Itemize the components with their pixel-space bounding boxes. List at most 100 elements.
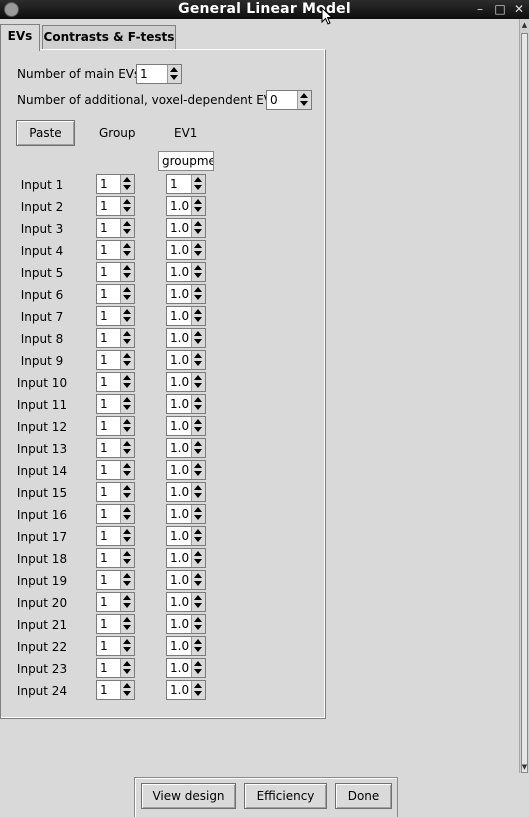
spin-arrows-icon[interactable] [191, 329, 205, 347]
spin-arrows-icon[interactable] [120, 571, 134, 589]
spin-arrows-icon[interactable] [120, 417, 134, 435]
ev1-spinbox[interactable]: 1.0 [166, 548, 206, 568]
group-spinbox[interactable]: 1 [96, 394, 135, 414]
spin-arrows-icon[interactable] [191, 593, 205, 611]
spin-arrows-icon[interactable] [120, 351, 134, 369]
tab-contrasts-f-tests[interactable]: Contrasts & F-tests [42, 25, 176, 50]
spin-arrows-icon[interactable] [191, 219, 205, 237]
spin-arrows-icon[interactable] [120, 615, 134, 633]
minimize-icon[interactable]: – [470, 0, 490, 19]
spin-arrows-icon[interactable] [120, 395, 134, 413]
spin-arrows-icon[interactable] [167, 65, 181, 83]
scroll-down-icon[interactable]: ▼ [520, 762, 529, 772]
ev1-spinbox[interactable]: 1.0 [166, 526, 206, 546]
group-spinbox[interactable]: 1 [96, 306, 135, 326]
spin-arrows-icon[interactable] [120, 637, 134, 655]
group-spinbox[interactable]: 1 [96, 482, 135, 502]
spin-arrows-icon[interactable] [120, 593, 134, 611]
group-spinbox[interactable]: 1 [96, 372, 135, 392]
spin-arrows-icon[interactable] [191, 659, 205, 677]
group-spinbox[interactable]: 1 [96, 438, 135, 458]
ev1-name-input[interactable]: groupmean [158, 151, 214, 171]
view-design-button[interactable]: View design [141, 783, 236, 809]
spin-arrows-icon[interactable] [191, 417, 205, 435]
vertical-scrollbar[interactable]: ▲ ▼ [519, 19, 529, 773]
spin-arrows-icon[interactable] [191, 395, 205, 413]
ev1-spinbox[interactable]: 1.0 [166, 240, 206, 260]
group-spinbox[interactable]: 1 [96, 460, 135, 480]
spin-arrows-icon[interactable] [191, 197, 205, 215]
ev1-spinbox[interactable]: 1.0 [166, 636, 206, 656]
efficiency-button[interactable]: Efficiency [244, 783, 327, 809]
group-spinbox[interactable]: 1 [96, 680, 135, 700]
group-spinbox[interactable]: 1 [96, 328, 135, 348]
spin-arrows-icon[interactable] [191, 483, 205, 501]
spin-arrows-icon[interactable] [120, 307, 134, 325]
ev1-spinbox[interactable]: 1.0 [166, 306, 206, 326]
group-spinbox[interactable]: 1 [96, 174, 135, 194]
group-spinbox[interactable]: 1 [96, 504, 135, 524]
ev1-spinbox[interactable]: 1.0 [166, 680, 206, 700]
group-spinbox[interactable]: 1 [96, 416, 135, 436]
spin-arrows-icon[interactable] [191, 263, 205, 281]
spin-arrows-icon[interactable] [191, 681, 205, 699]
done-button[interactable]: Done [335, 783, 392, 809]
tab-evs[interactable]: EVs [0, 24, 40, 51]
ev1-spinbox[interactable]: 1 [166, 174, 206, 194]
close-icon[interactable]: ✕ [509, 0, 529, 19]
title-bar[interactable]: General Linear Model – □ ✕ [0, 0, 529, 19]
ev1-spinbox[interactable]: 1.0 [166, 350, 206, 370]
spin-arrows-icon[interactable] [120, 483, 134, 501]
ev1-spinbox[interactable]: 1.0 [166, 438, 206, 458]
spin-arrows-icon[interactable] [120, 659, 134, 677]
group-spinbox[interactable]: 1 [96, 636, 135, 656]
group-spinbox[interactable]: 1 [96, 262, 135, 282]
group-spinbox[interactable]: 1 [96, 548, 135, 568]
spin-arrows-icon[interactable] [120, 197, 134, 215]
ev1-spinbox[interactable]: 1.0 [166, 328, 206, 348]
group-spinbox[interactable]: 1 [96, 240, 135, 260]
ev1-spinbox[interactable]: 1.0 [166, 482, 206, 502]
spin-arrows-icon[interactable] [120, 241, 134, 259]
spin-arrows-icon[interactable] [120, 285, 134, 303]
ev1-spinbox[interactable]: 1.0 [166, 570, 206, 590]
group-spinbox[interactable]: 1 [96, 570, 135, 590]
spin-arrows-icon[interactable] [120, 527, 134, 545]
ev1-spinbox[interactable]: 1.0 [166, 504, 206, 524]
spin-arrows-icon[interactable] [191, 461, 205, 479]
additional-evs-spinbox[interactable]: 0 [266, 90, 312, 110]
spin-arrows-icon[interactable] [191, 615, 205, 633]
spin-arrows-icon[interactable] [120, 263, 134, 281]
spin-arrows-icon[interactable] [297, 91, 311, 109]
spin-arrows-icon[interactable] [120, 439, 134, 457]
ev1-spinbox[interactable]: 1.0 [166, 196, 206, 216]
ev1-spinbox[interactable]: 1.0 [166, 372, 206, 392]
spin-arrows-icon[interactable] [120, 175, 134, 193]
spin-arrows-icon[interactable] [191, 307, 205, 325]
ev1-spinbox[interactable]: 1.0 [166, 262, 206, 282]
spin-arrows-icon[interactable] [191, 351, 205, 369]
spin-arrows-icon[interactable] [120, 219, 134, 237]
group-spinbox[interactable]: 1 [96, 592, 135, 612]
spin-arrows-icon[interactable] [120, 505, 134, 523]
group-spinbox[interactable]: 1 [96, 196, 135, 216]
spin-arrows-icon[interactable] [120, 681, 134, 699]
spin-arrows-icon[interactable] [191, 549, 205, 567]
maximize-icon[interactable]: □ [490, 0, 510, 19]
spin-arrows-icon[interactable] [191, 527, 205, 545]
spin-arrows-icon[interactable] [191, 241, 205, 259]
scroll-up-icon[interactable]: ▲ [520, 20, 529, 30]
ev1-spinbox[interactable]: 1.0 [166, 614, 206, 634]
group-spinbox[interactable]: 1 [96, 658, 135, 678]
paste-button[interactable]: Paste [16, 120, 75, 146]
spin-arrows-icon[interactable] [191, 373, 205, 391]
spin-arrows-icon[interactable] [191, 285, 205, 303]
spin-arrows-icon[interactable] [191, 571, 205, 589]
ev1-spinbox[interactable]: 1.0 [166, 394, 206, 414]
group-spinbox[interactable]: 1 [96, 284, 135, 304]
group-spinbox[interactable]: 1 [96, 218, 135, 238]
spin-arrows-icon[interactable] [191, 505, 205, 523]
group-spinbox[interactable]: 1 [96, 526, 135, 546]
ev1-spinbox[interactable]: 1.0 [166, 416, 206, 436]
spin-arrows-icon[interactable] [191, 439, 205, 457]
